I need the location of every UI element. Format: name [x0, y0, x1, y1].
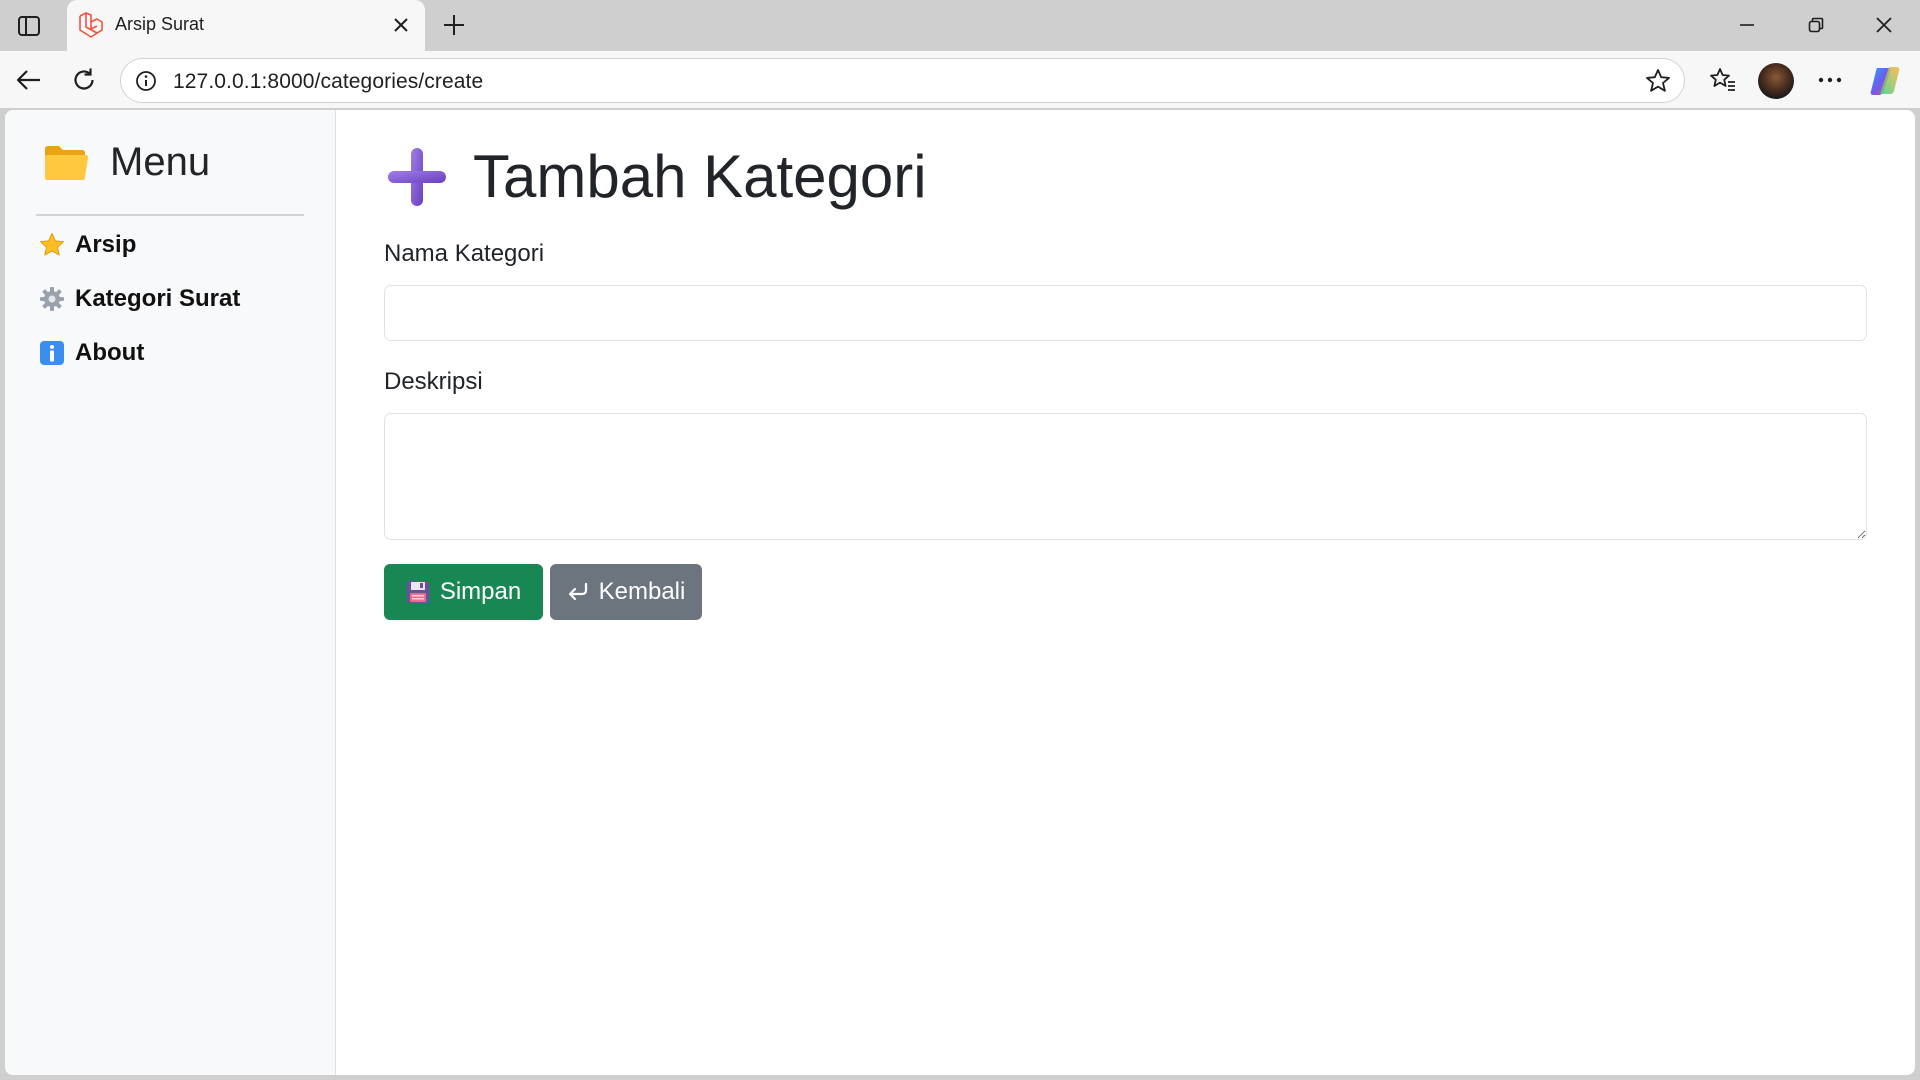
description-label: Deskripsi [384, 368, 483, 395]
back-button[interactable]: Kembali [550, 564, 702, 620]
category-name-input[interactable] [384, 285, 1867, 341]
reload-icon[interactable] [66, 62, 102, 98]
sidebar-item-arsip[interactable]: Arsip [39, 231, 136, 259]
profile-avatar[interactable] [1758, 63, 1794, 99]
sidebar-item-label: Kategori Surat [75, 285, 241, 312]
info-icon [39, 340, 65, 366]
return-arrow-icon [567, 582, 589, 602]
browser-toolbar: 127.0.0.1:8000/categories/create [0, 51, 1920, 108]
new-tab-icon[interactable] [438, 9, 470, 41]
gear-icon [39, 286, 65, 312]
save-button[interactable]: Simpan [384, 564, 543, 620]
folder-icon [42, 143, 90, 183]
star-icon [39, 232, 65, 258]
site-info-icon[interactable] [133, 68, 159, 94]
more-options-icon[interactable] [1812, 62, 1848, 98]
sidebar-title: Menu [110, 140, 211, 184]
sidebar-item-label: Arsip [75, 231, 137, 258]
copilot-icon[interactable] [1868, 64, 1902, 98]
page-title: Tambah Kategori [473, 143, 927, 210]
browser-tab[interactable]: Arsip Surat [67, 0, 425, 51]
description-textarea[interactable] [384, 413, 1867, 540]
tab-actions-icon[interactable] [14, 11, 44, 41]
sidebar-item-label: About [75, 339, 145, 366]
sidebar-header: Menu [42, 140, 210, 185]
back-arrow-icon[interactable] [11, 62, 47, 98]
back-button-label: Kembali [598, 578, 686, 605]
minimize-icon[interactable] [1727, 8, 1767, 42]
plus-icon [385, 145, 449, 209]
sidebar: Menu Arsip Kategori Surat About [5, 110, 336, 1075]
sidebar-divider [36, 214, 304, 216]
page-viewport: Menu Arsip Kategori Surat About Tambah K… [5, 110, 1915, 1075]
save-button-label: Simpan [439, 578, 522, 605]
address-bar[interactable]: 127.0.0.1:8000/categories/create [120, 58, 1685, 103]
tab-strip: Arsip Surat [0, 0, 1920, 51]
close-tab-icon[interactable] [387, 11, 415, 39]
favorite-star-icon[interactable] [1644, 67, 1672, 95]
sidebar-item-about[interactable]: About [39, 339, 144, 367]
close-window-icon[interactable] [1864, 8, 1904, 42]
favorites-icon[interactable] [1705, 62, 1741, 98]
sidebar-item-kategori-surat[interactable]: Kategori Surat [39, 285, 240, 313]
main-content: Tambah Kategori Nama Kategori Deskripsi … [337, 110, 1915, 1075]
tab-title: Arsip Surat [115, 14, 205, 34]
page-header: Tambah Kategori [385, 142, 927, 211]
laravel-icon [77, 12, 105, 38]
url-text[interactable]: 127.0.0.1:8000/categories/create [173, 70, 483, 94]
category-name-label: Nama Kategori [384, 240, 545, 267]
floppy-disk-icon [406, 580, 430, 604]
restore-icon[interactable] [1796, 8, 1836, 42]
